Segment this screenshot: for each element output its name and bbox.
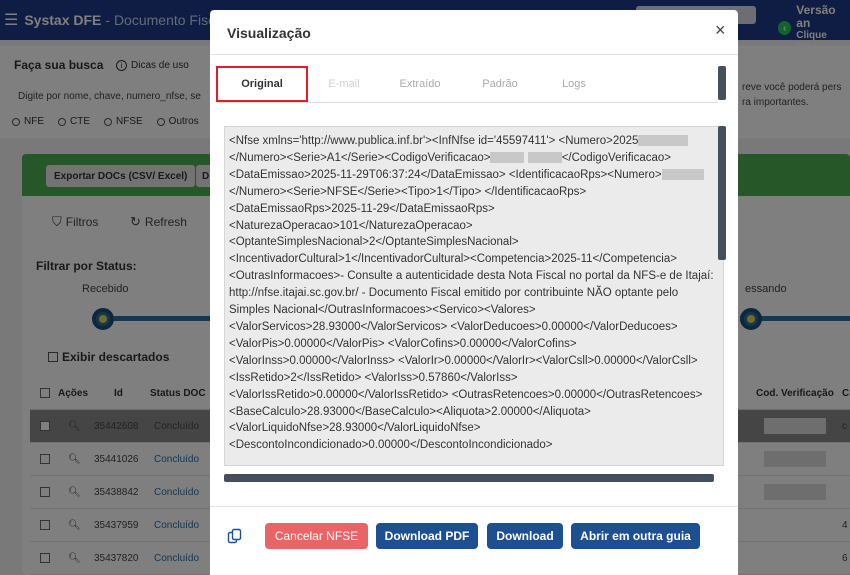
tabs-divider (218, 102, 718, 103)
modal-title: Visualização (227, 25, 311, 41)
modal-header-divider (210, 54, 738, 55)
tab-padrao[interactable]: Padrão (470, 66, 530, 102)
xml-line: <BaseCalculo>28.93000</BaseCalculo><Aliq… (229, 405, 591, 418)
tab-email[interactable]: E-mail (314, 66, 374, 102)
xml-line: <OutrasInformacoes>- Consulte a autentic… (229, 270, 714, 317)
tabs-scrollbar[interactable] (718, 66, 726, 100)
xml-viewer[interactable]: <Nfse xmlns='http://www.publica.inf.br'>… (224, 126, 724, 466)
xml-line: <OptanteSimplesNacional>2</OptanteSimple… (229, 236, 519, 249)
xml-content: <Nfse xmlns='http://www.publica.inf.br'>… (229, 133, 715, 454)
tab-logs[interactable]: Logs (544, 66, 604, 102)
redacted-value (661, 169, 704, 181)
xml-vertical-scrollbar[interactable] (718, 126, 726, 260)
xml-line: <ValorServicos>28.93000</ValorServicos> (229, 320, 448, 333)
xml-line: </Numero><Serie>A1</Serie><CodigoVerific… (229, 151, 491, 164)
xml-horizontal-scrollbar[interactable] (224, 474, 714, 482)
xml-line: <IdentificacaoRps><Numero> (508, 168, 662, 181)
redacted-value (527, 152, 562, 164)
preview-modal: Visualização × Original E-mail Extraído … (210, 10, 738, 575)
modal-footer-divider (210, 506, 738, 507)
redacted-value (638, 135, 689, 147)
open-in-new-tab-button[interactable]: Abrir em outra guia (571, 523, 700, 549)
xml-line: <ValorLiquidoNfse>28.93000</ValorLiquido… (229, 422, 481, 435)
xml-line: <IncentivadorCultural>1</IncentivadorCul… (229, 253, 677, 266)
xml-line: <NaturezaOperacao>101</NaturezaOperacao> (229, 219, 473, 232)
xml-line: </Numero><Serie>NFSE</Serie><Tipo>1</Tip… (229, 185, 482, 198)
xml-line: <Nfse xmlns='http://www.publica.inf.br'>… (229, 135, 556, 147)
xml-line: <OutrasRetencoes>0.00000</OutrasRetencoe… (451, 388, 703, 401)
tab-original[interactable]: Original (216, 66, 308, 102)
xml-line: <DescontoIncondicionado>0.00000</Descont… (229, 439, 553, 452)
download-pdf-button[interactable]: Download PDF (376, 523, 478, 549)
download-button[interactable]: Download (487, 523, 563, 549)
tab-extraido[interactable]: Extraído (390, 66, 450, 102)
xml-line: <Numero>2025 (558, 135, 639, 147)
copy-icon[interactable] (227, 528, 243, 544)
modal-tabs: Original E-mail Extraído Padrão Logs (214, 66, 718, 102)
cancel-nfse-button[interactable]: Cancelar NFSE (265, 523, 368, 549)
close-icon[interactable]: × (715, 20, 726, 41)
redacted-value (490, 152, 525, 164)
